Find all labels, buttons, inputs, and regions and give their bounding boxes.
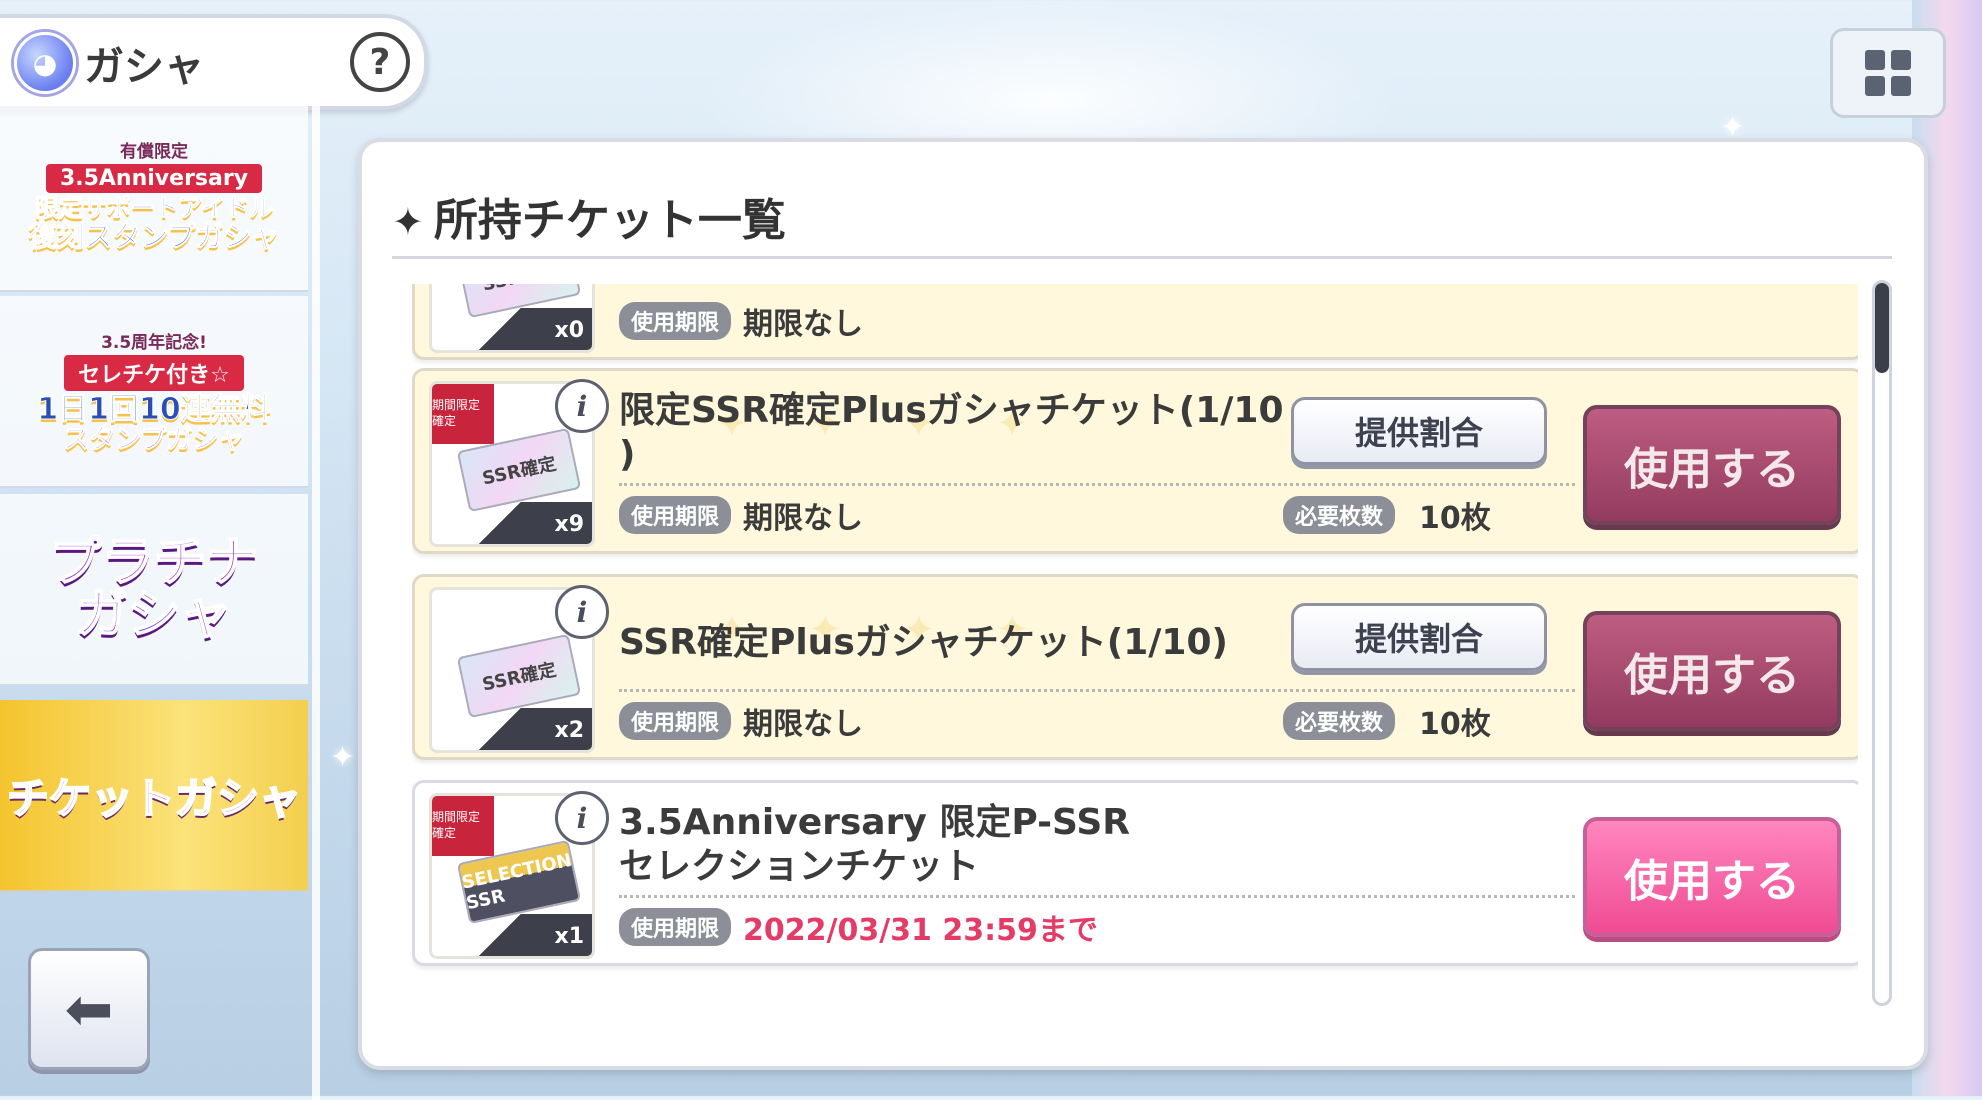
- info-icon[interactable]: i: [555, 585, 609, 639]
- ticket-list-panel: ✦所持チケット一覧 SSR確定 x0 使用期限 期限なし 使用する ✦✦✦✦ 期…: [358, 138, 1928, 1070]
- use-button[interactable]: 使用する: [1583, 405, 1841, 525]
- limited-tag: 期間限定 確定: [432, 384, 494, 444]
- menu-button[interactable]: [1830, 28, 1946, 118]
- ticket-name: 限定SSR確定Plusガシャチケット(1/10 ): [619, 389, 1284, 477]
- panel-title-text: 所持チケット一覧: [433, 195, 786, 246]
- grid-menu-icon: [1865, 50, 1911, 96]
- sidebar-item-anniversary-stamp-gacha[interactable]: 有償限定 3.5Anniversary 限定サポートアイドル 復刻スタンプガシャ: [0, 100, 308, 292]
- expiry-row: 使用期限 期限なし: [619, 493, 863, 537]
- info-icon[interactable]: i: [555, 791, 609, 845]
- banner: 3.5周年記念! セレチケ付き☆ 1日1回10連無料 スタンプガシャ: [37, 328, 271, 455]
- dotted-divider: [619, 895, 1575, 898]
- dotted-divider: [619, 689, 1575, 692]
- expiry-value: 期限なし: [743, 707, 864, 742]
- banner-line2: 復刻スタンプガシャ: [28, 219, 280, 253]
- banner: チケットガシャ: [6, 765, 302, 826]
- ticket-name: 3.5Anniversary 限定P-SSR セレクションチケット: [619, 801, 1130, 889]
- page-title: ガシャ: [84, 44, 204, 90]
- required-label: 必要枚数: [1283, 496, 1396, 534]
- expiry-label: 使用期限: [619, 302, 732, 340]
- banner: 有償限定 3.5Anniversary 限定サポートアイドル 復刻スタンプガシャ: [28, 137, 280, 253]
- banner-line1: プラチナ: [49, 533, 259, 593]
- required-value: 10枚: [1419, 501, 1491, 536]
- ticket-count: x0: [472, 308, 592, 350]
- rate-button[interactable]: 提供割合: [1291, 603, 1547, 671]
- info-icon[interactable]: i: [555, 379, 609, 433]
- ticket-name: SSR確定Plusガシャチケット(1/10): [619, 622, 1228, 663]
- expiry-value: 期限なし: [743, 501, 864, 536]
- expiry-label: 使用期限: [619, 908, 732, 946]
- banner-line2: ガシャ: [75, 585, 233, 645]
- required-row: 必要枚数 10枚: [1283, 699, 1491, 743]
- limited-tag: 期間限定 確定: [432, 796, 494, 856]
- ticket-thumbnail: SSR確定 x0: [429, 284, 595, 353]
- banner-line1: チケットガシャ: [6, 773, 302, 824]
- use-button[interactable]: 使用する: [1583, 611, 1841, 731]
- ticket-card: ✦✦✦✦ SSR確定 x2 i SSR確定Plusガシャチケット(1/10) 使…: [412, 574, 1858, 760]
- banner-ribbon: 3.5Anniversary: [45, 164, 263, 194]
- ticket-art: SSR確定: [456, 633, 582, 719]
- scrollbar-track[interactable]: [1872, 280, 1892, 1006]
- use-button[interactable]: 使用する: [1583, 817, 1841, 937]
- expiry-value: 2022/03/31 23:59まで: [743, 913, 1098, 948]
- banner: プラチナ ガシャ: [49, 533, 259, 645]
- banner-small-label: 3.5周年記念!: [101, 332, 207, 353]
- sparkle-icon: ✦: [392, 200, 424, 244]
- required-row: 必要枚数 10枚: [1283, 493, 1491, 537]
- banner-ribbon: セレチケ付き☆: [64, 354, 244, 391]
- panel-title: ✦ 所持チケット一覧: [392, 184, 786, 248]
- ticket-name-line1: 3.5Anniversary 限定P-SSR: [619, 802, 1130, 843]
- expiry-label: 使用期限: [619, 702, 732, 740]
- gacha-icon: ◕: [14, 32, 76, 94]
- banner-line2: スタンプガシャ: [63, 424, 245, 455]
- scrollbar-thumb[interactable]: [1875, 283, 1889, 373]
- ticket-name-line1: 限定SSR確定Plusガシャチケット(1/10: [619, 390, 1284, 431]
- header-bar: ◕ ガシャ ?: [0, 14, 428, 110]
- required-value: 10枚: [1419, 707, 1491, 742]
- ticket-name-line2: セレクションチケット: [619, 846, 980, 887]
- expiry-row: 使用期限 期限なし: [619, 299, 863, 343]
- ticket-card: ✦✦✦✦ 期間限定 確定 SSR確定 x9 i 限定SSR確定Plusガシャチケ…: [412, 368, 1858, 554]
- ticket-count: x2: [472, 708, 592, 750]
- back-arrow-icon: ⬅: [64, 975, 114, 1043]
- ticket-count: x1: [472, 914, 592, 956]
- ticket-list[interactable]: SSR確定 x0 使用期限 期限なし 使用する ✦✦✦✦ 期間限定 確定 SSR…: [412, 284, 1858, 1044]
- back-button[interactable]: ⬅: [28, 948, 150, 1070]
- expiry-value: 期限なし: [743, 307, 864, 342]
- help-button[interactable]: ?: [350, 32, 410, 92]
- expiry-row: 使用期限 期限なし: [619, 699, 863, 743]
- ticket-card: SSR確定 x0 使用期限 期限なし 使用する: [412, 284, 1858, 360]
- sidebar-item-free-10-stamp-gacha[interactable]: 3.5周年記念! セレチケ付き☆ 1日1回10連無料 スタンプガシャ: [0, 296, 308, 488]
- divider: [392, 256, 1892, 259]
- sparkle-icon: ✦: [330, 740, 356, 775]
- required-label: 必要枚数: [1283, 702, 1396, 740]
- expiry-row: 使用期限 2022/03/31 23:59まで: [619, 905, 1098, 949]
- ticket-card: 期間限定 確定 SELECTION SSR x1 i 3.5Anniversar…: [412, 780, 1858, 966]
- ticket-count: x9: [472, 502, 592, 544]
- banner-small-label: 有償限定: [119, 142, 188, 163]
- sidebar-item-platinum-gacha[interactable]: プラチナ ガシャ: [0, 494, 308, 686]
- rate-button[interactable]: 提供割合: [1291, 397, 1547, 465]
- dotted-divider: [619, 483, 1575, 486]
- banner-line1: 限定サポートアイドル: [34, 194, 274, 223]
- banner-line1: 1日1回10連無料: [37, 391, 271, 427]
- expiry-label: 使用期限: [619, 496, 732, 534]
- ticket-name-line2: ): [619, 434, 636, 475]
- sidebar-item-ticket-gacha[interactable]: チケットガシャ: [0, 700, 308, 892]
